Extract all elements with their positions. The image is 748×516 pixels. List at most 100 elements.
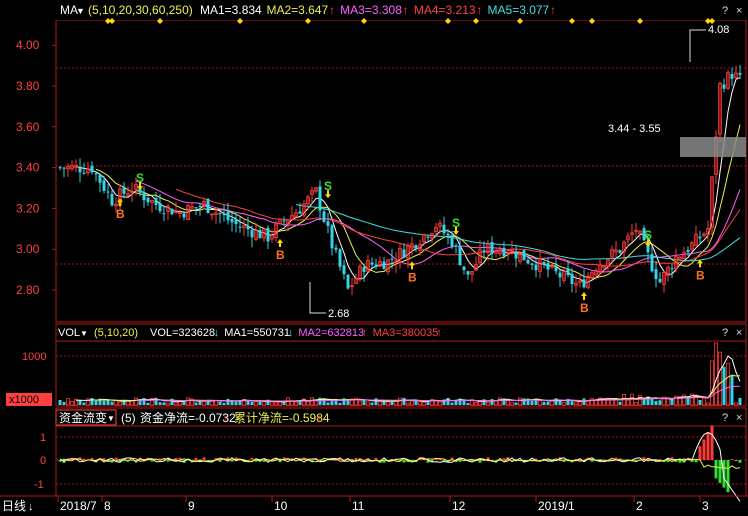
candle-body [162,213,166,215]
volume-bar [486,402,490,406]
volume-bar [698,399,702,405]
candle-body [222,214,226,216]
period-down-icon[interactable]: ↓ [28,501,34,513]
volume-bar [438,401,442,406]
candle-body [246,225,250,230]
candle-body [342,265,346,275]
buy-arrow [581,292,587,300]
flow-params: (5) [121,411,136,425]
volume-bar [654,400,658,405]
time-axis: 日线 ↓ 2018/7 8 9 10 11 12 2019/1 2 3 [0,495,748,513]
period-button[interactable]: 日线 [2,499,26,513]
high-annotation: 4.08 [689,24,729,62]
flow-bar [730,459,734,461]
main-close-icon[interactable]: × [736,5,742,17]
vol-close-icon[interactable]: × [736,327,742,339]
candle-body [226,211,230,221]
candles [58,64,742,296]
price-tick-label: 3.60 [16,120,40,134]
volume-bar [706,402,710,406]
money-flow-panel: 资金流变 ▼ (5) 资金净流=-0.0732↑ 累计净流=-0.5984↑ ? … [34,407,747,497]
volume-bar [202,401,206,406]
volume-bars [58,342,742,406]
ma-line-3 [135,180,741,273]
legend-arrow: ↑ [550,3,556,17]
flow-bar [714,460,718,479]
volume-bar [166,402,170,406]
flow-bar [502,458,506,460]
legend-item: MA5=3.077 [488,3,550,17]
candle-body [94,173,98,175]
volume-bar [94,400,98,405]
legend-item: MA1=550731 [224,327,290,339]
volume-bar [634,402,638,406]
flow-help-icon[interactable]: ? [722,412,728,424]
candle-body [738,72,742,75]
volume-bar [194,402,198,405]
flow-dropdown-icon[interactable]: ▼ [107,414,115,423]
candle-body [514,252,518,259]
volume-bar [186,397,190,406]
candle-body [554,266,558,272]
flow-bar [82,458,86,460]
volume-bar [410,400,414,406]
candle-body [346,274,350,289]
candle-body [654,269,658,280]
volume-bar [398,397,402,406]
ma-legend: MA1=3.834 MA2=3.647 ↑ MA3=3.308 ↑ MA4=3.213 ↑ M… [200,3,556,17]
vol-tick-1000: 1000 [22,351,46,363]
legend-arrow: ↑ [223,411,229,425]
legend-arrow: ↑ [329,3,335,17]
candle-body [90,165,94,173]
volume-bar [390,401,394,405]
legend-arrow: ↓ [214,327,220,339]
legend-item: MA4=3.213 [414,3,476,17]
buy-signal: B [408,270,417,284]
legend-arrow: ↑ [476,3,482,17]
volume-bar [226,398,230,405]
candle-body [146,197,150,203]
volume-bar [738,397,742,405]
flow-bar [434,459,438,461]
time-tick-label: 2 [636,499,643,513]
flow-bar [710,425,714,460]
volume-bar [478,401,482,406]
flow-bar [114,457,118,460]
ma-dropdown-icon[interactable]: ▼ [76,6,85,16]
legend-item: MA3=3.308 [340,3,402,17]
candle-body [530,263,534,265]
vol-indicator-name[interactable]: VOL [58,327,80,339]
candle-body [362,267,366,272]
candle-body [98,174,102,183]
volume-bar [498,397,502,406]
candle-body [450,235,454,247]
candle-body [446,233,450,236]
legend-item: VOL=323628 [150,327,215,339]
volume-bar [258,401,262,405]
vol-dropdown-icon[interactable]: ▼ [80,329,88,338]
main-help-icon[interactable]: ? [722,5,728,17]
volume-bar [198,401,202,405]
legend-item: MA1=3.834 [200,3,262,17]
volume-bar [386,401,390,406]
time-tick-label: 2018/7 [60,499,97,513]
candle-body [566,268,570,276]
volume-bar [114,400,118,406]
candle-body [258,229,262,239]
flow-indicator-name[interactable]: 资金流变 [59,410,107,425]
main-panel [55,19,747,323]
candle-body [402,249,406,258]
volume-bar [722,366,726,405]
flow-tick-minus-1: -1 [34,479,44,491]
flow-close-icon[interactable]: × [736,412,742,424]
volume-bar [158,402,162,405]
volume-bar [474,401,478,406]
volume-panel: VOL ▼ (5,10,20) VOL=323628↓ MA1=550731↓ MA… [6,323,747,407]
candle-body [58,167,62,169]
candle-body [282,220,286,222]
volume-bar [222,402,226,405]
candle-body [722,84,726,89]
vol-help-icon[interactable]: ? [722,327,728,339]
buy-arrow [409,261,415,270]
buy-signal: B [580,301,589,315]
